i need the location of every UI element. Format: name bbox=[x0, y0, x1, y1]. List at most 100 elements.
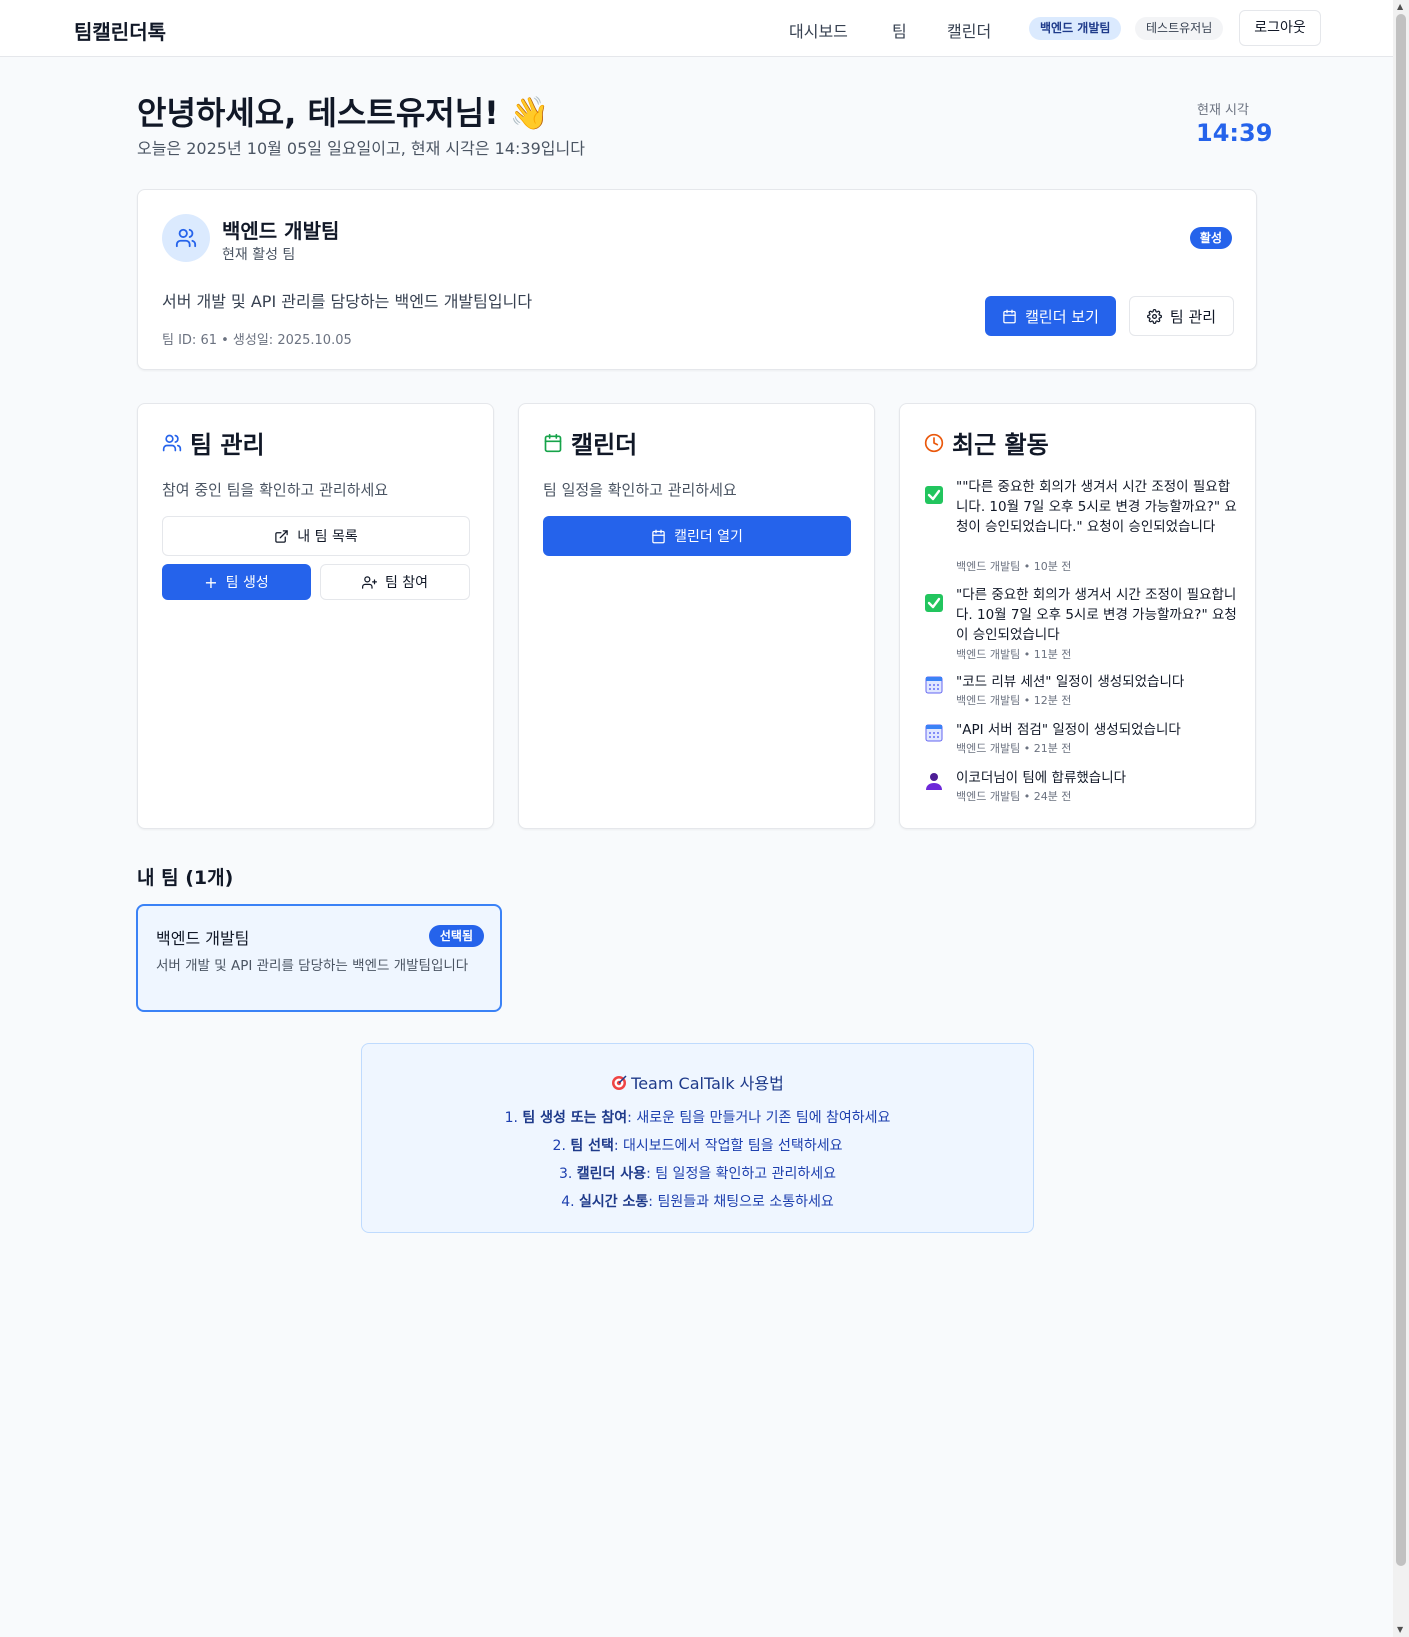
users-icon bbox=[175, 228, 197, 248]
clock-label: 현재 시각 bbox=[1197, 103, 1249, 118]
activity-text: 이코더님이 팀에 합류했습니다 bbox=[956, 770, 1127, 786]
guide-step-num: 1. bbox=[504, 1110, 518, 1126]
scroll-up-arrow[interactable]: ▲ bbox=[1397, 2, 1403, 11]
page-subtitle: 오늘은 2025년 10월 05일 일요일이고, 현재 시각은 14:39입니다 bbox=[137, 139, 585, 158]
team-avatar bbox=[162, 214, 210, 262]
guide-step-title: 팀 선택 bbox=[570, 1138, 614, 1154]
guide-step: 1. 팀 생성 또는 참여: 새로운 팀을 만들거나 기존 팀에 참여하세요 bbox=[362, 1107, 1033, 1127]
my-team-name: 백엔드 개발팀 bbox=[156, 929, 250, 948]
guide-step: 4. 실시간 소통: 팀원들과 채팅으로 소통하세요 bbox=[362, 1191, 1033, 1211]
nav-dashboard[interactable]: 대시보드 bbox=[789, 18, 848, 42]
create-team-button[interactable]: + 팀 생성 bbox=[162, 564, 311, 600]
my-teams-title: 내 팀 (1개) bbox=[137, 867, 234, 889]
open-calendar-button[interactable]: 캘린더 열기 bbox=[543, 516, 851, 556]
guide-title: Team CalTalk 사용법 bbox=[362, 1070, 1033, 1095]
calendar-icon bbox=[1003, 309, 1016, 323]
logout-button[interactable]: 로그아웃 bbox=[1239, 10, 1321, 46]
gear-icon bbox=[1146, 308, 1162, 324]
calendar-icon bbox=[925, 676, 943, 694]
activity-item: "API 서버 점검" 일정이 생성되었습니다 백엔드 개발팀 • 21분 전 bbox=[924, 720, 1236, 760]
join-team-button[interactable]: 팀 참여 bbox=[320, 564, 470, 600]
calendar-description: 팀 일정을 확인하고 관리하세요 bbox=[543, 481, 737, 499]
recent-activity-title: 최근 활동 bbox=[924, 425, 1049, 460]
user-plus-icon bbox=[361, 575, 377, 589]
nav-team[interactable]: 팀 bbox=[892, 18, 907, 42]
current-team-badge[interactable]: 백엔드 개발팀 bbox=[1029, 17, 1122, 40]
guide-step-num: 2. bbox=[552, 1138, 566, 1154]
guide-step-text: : 대시보드에서 작업할 팀을 선택하세요 bbox=[613, 1138, 843, 1154]
guide-step-title: 실시간 소통 bbox=[579, 1194, 649, 1210]
calendar-icon bbox=[652, 529, 665, 543]
check-icon bbox=[925, 594, 943, 612]
guide-step-title: 팀 생성 또는 참여 bbox=[522, 1110, 628, 1126]
scrollbar-thumb[interactable] bbox=[1396, 14, 1406, 1566]
active-team-name: 백엔드 개발팀 bbox=[222, 219, 340, 243]
top-navbar: 팀캘린더톡 대시보드 팀 캘린더 백엔드 개발팀 테스트유저님 로그아웃 bbox=[0, 0, 1393, 57]
status-badge: 활성 bbox=[1189, 227, 1232, 249]
clock-icon bbox=[924, 433, 944, 452]
selected-badge: 선택됨 bbox=[428, 925, 484, 947]
recent-activity-card: 최근 활동 ""다른 중요한 회의가 생겨서 시간 조정이 필요합니다. 10월… bbox=[899, 403, 1256, 829]
guide-title-text: Team CalTalk 사용법 bbox=[631, 1074, 784, 1093]
plus-icon: + bbox=[204, 572, 218, 592]
team-manage-card: 팀 관리 참여 중인 팀을 확인하고 관리하세요 내 팀 목록 + 팀 생성 팀… bbox=[137, 403, 494, 829]
activity-text: "API 서버 점검" 일정이 생성되었습니다 bbox=[956, 722, 1181, 738]
person-icon bbox=[926, 773, 942, 790]
guide-step-title: 캘린더 사용 bbox=[576, 1166, 647, 1182]
activity-meta: 백엔드 개발팀 • 10분 전 bbox=[956, 560, 1072, 573]
external-link-icon bbox=[275, 529, 289, 543]
activity-item: "코드 리뷰 세션" 일정이 생성되었습니다 백엔드 개발팀 • 12분 전 bbox=[924, 672, 1236, 712]
nav-calendar[interactable]: 캘린더 bbox=[947, 18, 991, 42]
my-teams-label: 내 팀 목록 bbox=[297, 529, 358, 545]
view-calendar-button[interactable]: 캘린더 보기 bbox=[985, 296, 1116, 336]
guide-step-text: : 팀원들과 채팅으로 소통하세요 bbox=[648, 1194, 834, 1210]
guide-step-num: 3. bbox=[558, 1166, 573, 1182]
manage-team-button[interactable]: 팀 관리 bbox=[1129, 296, 1234, 336]
create-team-label: 팀 생성 bbox=[225, 575, 269, 591]
target-icon bbox=[611, 1075, 627, 1095]
team-manage-title-text: 팀 관리 bbox=[190, 431, 265, 459]
clock-value: 14:39 bbox=[1196, 119, 1273, 147]
calendar-icon bbox=[544, 433, 562, 452]
active-team-meta: 팀 ID: 61 • 생성일: 2025.10.05 bbox=[162, 333, 352, 348]
check-icon bbox=[925, 486, 943, 504]
scroll-down-arrow[interactable]: ▼ bbox=[1397, 1625, 1403, 1634]
activity-text: ""다른 중요한 회의가 생겨서 시간 조정이 필요합니다. 10월 7일 오후… bbox=[956, 479, 1237, 535]
active-team-description: 서버 개발 및 API 관리를 담당하는 백엔드 개발팀입니다 bbox=[162, 292, 533, 311]
my-team-description: 서버 개발 및 API 관리를 담당하는 백엔드 개발팀입니다 bbox=[156, 958, 469, 974]
view-calendar-label: 캘린더 보기 bbox=[1025, 307, 1099, 326]
brand-logo[interactable]: 팀캘린더톡 bbox=[74, 16, 166, 45]
usage-guide: Team CalTalk 사용법 1. 팀 생성 또는 참여: 새로운 팀을 만… bbox=[361, 1043, 1034, 1233]
activity-item: ""다른 중요한 회의가 생겨서 시간 조정이 필요합니다. 10월 7일 오후… bbox=[924, 477, 1237, 577]
team-manage-title: 팀 관리 bbox=[162, 425, 265, 460]
my-team-card[interactable]: 백엔드 개발팀 선택됨 서버 개발 및 API 관리를 담당하는 백엔드 개발팀… bbox=[136, 904, 502, 1012]
guide-step: 3. 캘린더 사용: 팀 일정을 확인하고 관리하세요 bbox=[362, 1163, 1033, 1183]
calendar-title: 캘린더 bbox=[543, 425, 637, 460]
guide-step: 2. 팀 선택: 대시보드에서 작업할 팀을 선택하세요 bbox=[362, 1135, 1033, 1155]
activity-text: "코드 리뷰 세션" 일정이 생성되었습니다 bbox=[956, 674, 1185, 690]
calendar-icon bbox=[925, 724, 943, 742]
activity-meta: 백엔드 개발팀 • 12분 전 bbox=[956, 694, 1072, 707]
manage-team-label: 팀 관리 bbox=[1169, 307, 1217, 326]
activity-item: "다른 중요한 회의가 생겨서 시간 조정이 필요합니다. 10월 7일 오후 … bbox=[924, 585, 1237, 665]
active-team-card: 백엔드 개발팀 현재 활성 팀 활성 서버 개발 및 API 관리를 담당하는 … bbox=[137, 189, 1257, 370]
calendar-title-text: 캘린더 bbox=[571, 431, 638, 459]
open-calendar-label: 캘린더 열기 bbox=[674, 529, 743, 545]
calendar-card: 캘린더 팀 일정을 확인하고 관리하세요 캘린더 열기 bbox=[518, 403, 875, 829]
users-icon bbox=[162, 434, 182, 451]
user-badge: 테스트유저님 bbox=[1135, 17, 1224, 40]
active-team-subtitle: 현재 활성 팀 bbox=[222, 247, 296, 263]
my-teams-button[interactable]: 내 팀 목록 bbox=[162, 516, 470, 556]
page-title: 안녕하세요, 테스트유저님! 👋 bbox=[137, 94, 550, 132]
team-manage-description: 참여 중인 팀을 확인하고 관리하세요 bbox=[162, 481, 389, 499]
guide-step-num: 4. bbox=[561, 1194, 575, 1210]
guide-step-text: : 팀 일정을 확인하고 관리하세요 bbox=[646, 1166, 837, 1182]
join-team-label: 팀 참여 bbox=[384, 575, 429, 591]
recent-activity-title-text: 최근 활동 bbox=[952, 431, 1049, 459]
activity-meta: 백엔드 개발팀 • 11분 전 bbox=[956, 648, 1072, 661]
activity-meta: 백엔드 개발팀 • 24분 전 bbox=[956, 790, 1072, 803]
activity-text: "다른 중요한 회의가 생겨서 시간 조정이 필요합니다. 10월 7일 오후 … bbox=[956, 587, 1237, 643]
activity-item: 이코더님이 팀에 합류했습니다 백엔드 개발팀 • 24분 전 bbox=[924, 768, 1236, 808]
guide-step-text: : 새로운 팀을 만들거나 기존 팀에 참여하세요 bbox=[627, 1110, 891, 1126]
activity-meta: 백엔드 개발팀 • 21분 전 bbox=[956, 742, 1072, 755]
